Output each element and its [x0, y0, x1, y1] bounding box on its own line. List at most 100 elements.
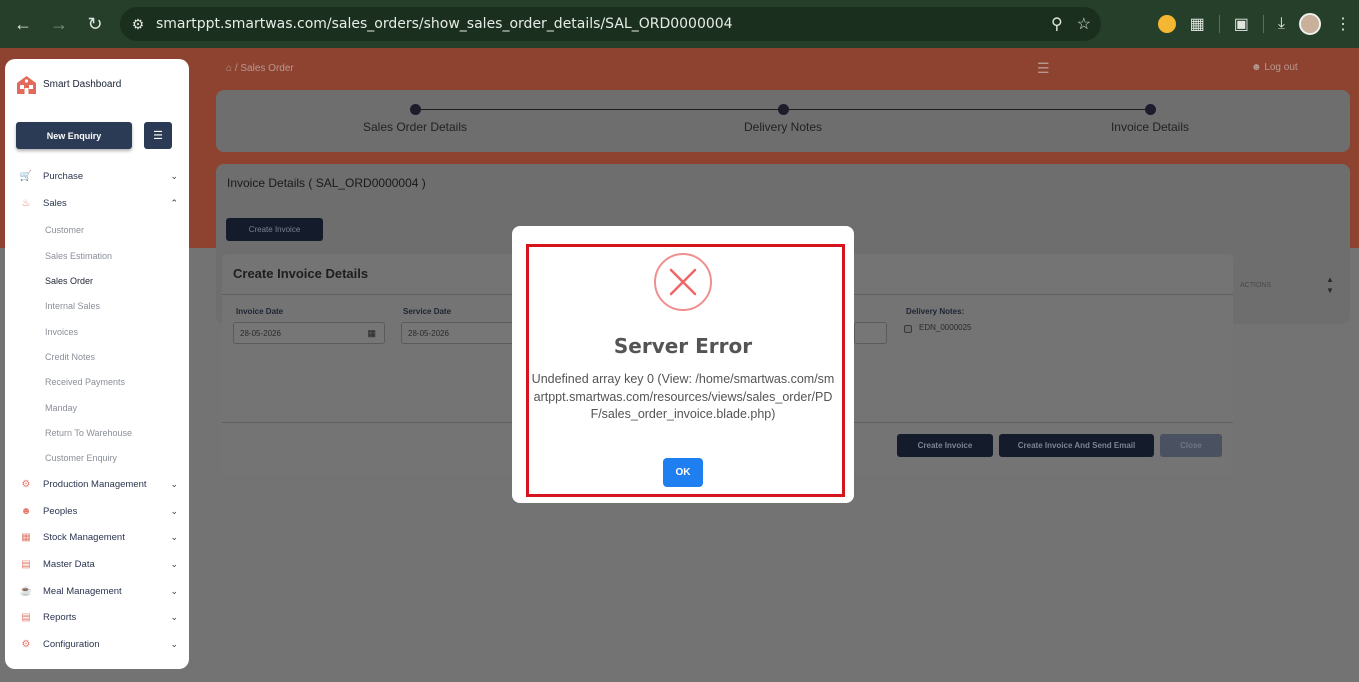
- invoice-date-input[interactable]: 28-05-2026 ▦: [233, 322, 385, 344]
- sidebar-menu-button[interactable]: ☰: [144, 122, 172, 149]
- close-button[interactable]: Close: [1160, 434, 1222, 457]
- sidebar-item-master-data[interactable]: ▤ Master Data ⌄: [20, 555, 178, 573]
- reports-icon: ▤: [21, 611, 31, 623]
- delivery-notes-label: Delivery Notes:: [906, 307, 965, 316]
- sidebar-item-label: Reports: [43, 611, 77, 623]
- sidebar-sub-sales-order[interactable]: Sales Order: [45, 276, 93, 286]
- database-icon: ▤: [21, 558, 31, 570]
- close-icon: [669, 268, 697, 296]
- error-icon: [654, 253, 712, 311]
- brand[interactable]: Smart Dashboard: [16, 74, 121, 95]
- new-enquiry-button[interactable]: New Enquiry: [16, 122, 132, 149]
- site-settings-icon[interactable]: ⚙: [120, 16, 156, 33]
- sidebar-item-label: Meal Management: [43, 585, 122, 597]
- forward-icon[interactable]: →: [41, 6, 77, 42]
- tab-search-icon[interactable]: ▣: [1234, 14, 1249, 34]
- sidebar-item-label: Master Data: [43, 558, 95, 570]
- sidebar-item-meal[interactable]: ☕ Meal Management ⌄: [20, 582, 178, 600]
- sidebar-item-label: Peoples: [43, 505, 78, 517]
- delivery-note-label: EDN_0000025: [919, 323, 972, 332]
- menu-toggle-icon[interactable]: ☰: [1037, 60, 1050, 77]
- sidebar-item-configuration[interactable]: ⚙ Configuration ⌄: [20, 635, 178, 653]
- step-dot-2[interactable]: [778, 104, 789, 115]
- reload-icon[interactable]: ↻: [77, 6, 113, 42]
- actions-column-header: ACTIONS: [1240, 282, 1272, 289]
- chevron-down-icon: ⌄: [170, 638, 178, 649]
- back-icon[interactable]: ←: [5, 6, 41, 42]
- step-label-1[interactable]: Sales Order Details: [363, 120, 467, 134]
- breadcrumb-separator: /: [234, 63, 238, 74]
- sidebar-sub-invoices[interactable]: Invoices: [45, 327, 78, 337]
- step-label-2[interactable]: Delivery Notes: [744, 120, 822, 134]
- bookmark-star-icon[interactable]: ☆: [1077, 14, 1091, 34]
- sidebar-item-production[interactable]: ⚙ Production Management ⌄: [20, 475, 178, 493]
- service-date-label: Service Date: [403, 307, 452, 316]
- sales-icon: ♨: [21, 197, 31, 209]
- chevron-down-icon: ⌄: [170, 505, 178, 516]
- sidebar-item-label: Stock Management: [43, 531, 125, 543]
- invoice-date-label: Invoice Date: [236, 307, 284, 316]
- brand-logo-icon: [17, 76, 36, 94]
- create-invoice-modal-title: Create Invoice Details: [233, 266, 369, 281]
- sidebar-item-reports[interactable]: ▤ Reports ⌄: [20, 608, 178, 626]
- chevron-down-icon: ⌄: [170, 531, 178, 542]
- breadcrumb-current[interactable]: Sales Order: [240, 63, 293, 74]
- profile-avatar[interactable]: [1299, 13, 1321, 35]
- cart-icon: 🛒: [19, 170, 33, 182]
- user-icon: ☻: [1251, 62, 1262, 73]
- chevron-down-icon: ⌄: [170, 170, 178, 181]
- sidebar-sub-customer[interactable]: Customer: [45, 225, 84, 235]
- sidebar-item-purchase[interactable]: 🛒 Purchase ⌄: [20, 167, 178, 185]
- sidebar-item-sales[interactable]: ♨ Sales ⌃: [20, 194, 178, 212]
- sidebar-sub-customer-enquiry[interactable]: Customer Enquiry: [45, 453, 117, 463]
- home-icon[interactable]: ⌂: [226, 63, 232, 74]
- logout-label: Log out: [1264, 62, 1298, 73]
- logout-link[interactable]: ☻ Log out: [1251, 62, 1298, 73]
- extension-icon[interactable]: [1157, 15, 1176, 33]
- create-invoice-button[interactable]: Create Invoice: [226, 218, 323, 241]
- step-dot-3[interactable]: [1145, 104, 1156, 115]
- sidebar-sub-credit-notes[interactable]: Credit Notes: [45, 352, 95, 362]
- sidebar: Smart Dashboard New Enquiry ☰ 🛒 Purchase…: [5, 59, 189, 669]
- chevron-down-icon: ⌄: [170, 478, 178, 489]
- sidebar-item-stock[interactable]: ▦ Stock Management ⌄: [20, 528, 178, 546]
- address-bar[interactable]: ⚙ smartppt.smartwas.com/sales_orders/sho…: [120, 7, 1101, 41]
- zoom-icon[interactable]: ⚲: [1051, 14, 1063, 34]
- step-label-3[interactable]: Invoice Details: [1111, 120, 1189, 134]
- calendar-icon[interactable]: ▦: [367, 328, 376, 339]
- service-date-input[interactable]: 28-05-2026: [401, 322, 521, 344]
- extensions-puzzle-icon[interactable]: ▦: [1190, 14, 1205, 34]
- production-icon: ⚙: [21, 478, 31, 490]
- invoice-details-title: Invoice Details ( SAL_ORD0000004 ): [227, 176, 426, 190]
- brand-name: Smart Dashboard: [43, 79, 122, 90]
- sidebar-item-label: Configuration: [43, 638, 100, 650]
- dialog-message: Undefined array key 0 (View: /home/smart…: [531, 372, 835, 421]
- chevron-up-icon: ⌃: [170, 197, 178, 208]
- delivery-note-checkbox[interactable]: [904, 325, 912, 333]
- ok-button[interactable]: OK: [663, 458, 703, 487]
- sidebar-item-peoples[interactable]: ☻ Peoples ⌄: [20, 502, 178, 520]
- chevron-down-icon: ⌄: [170, 558, 178, 569]
- download-icon[interactable]: ⤓: [1278, 15, 1285, 33]
- text-input[interactable]: [854, 322, 887, 344]
- sidebar-sub-internal-sales[interactable]: Internal Sales: [45, 301, 100, 311]
- invoice-date-value: 28-05-2026: [240, 328, 281, 338]
- sidebar-sub-manday[interactable]: Manday: [45, 403, 77, 413]
- chevron-down-icon: ⌄: [170, 585, 178, 596]
- sidebar-sub-received-payments[interactable]: Received Payments: [45, 377, 125, 387]
- browser-toolbar: ← → ↻ ⚙ smartppt.smartwas.com/sales_orde…: [0, 0, 1359, 48]
- sort-arrows-icon[interactable]: ▲ ▼: [1326, 274, 1334, 296]
- sidebar-sub-sales-estimation[interactable]: Sales Estimation: [45, 251, 112, 261]
- step-dot-1[interactable]: [410, 104, 421, 115]
- sidebar-sub-return-to-warehouse[interactable]: Return To Warehouse: [45, 428, 132, 438]
- browser-menu-icon[interactable]: ⋮: [1335, 14, 1351, 34]
- sidebar-item-label: Purchase: [43, 170, 84, 182]
- toolbar-divider: [1218, 15, 1220, 33]
- service-date-value: 28-05-2026: [408, 328, 449, 338]
- create-invoice-submit-button[interactable]: Create Invoice: [897, 434, 993, 457]
- dialog-title: Server Error: [613, 334, 753, 358]
- create-invoice-send-email-button[interactable]: Create Invoice And Send Email: [999, 434, 1154, 457]
- hamburger-icon: ☰: [153, 130, 163, 142]
- stock-icon: ▦: [21, 531, 31, 543]
- url-text[interactable]: smartppt.smartwas.com/sales_orders/show_…: [156, 16, 733, 32]
